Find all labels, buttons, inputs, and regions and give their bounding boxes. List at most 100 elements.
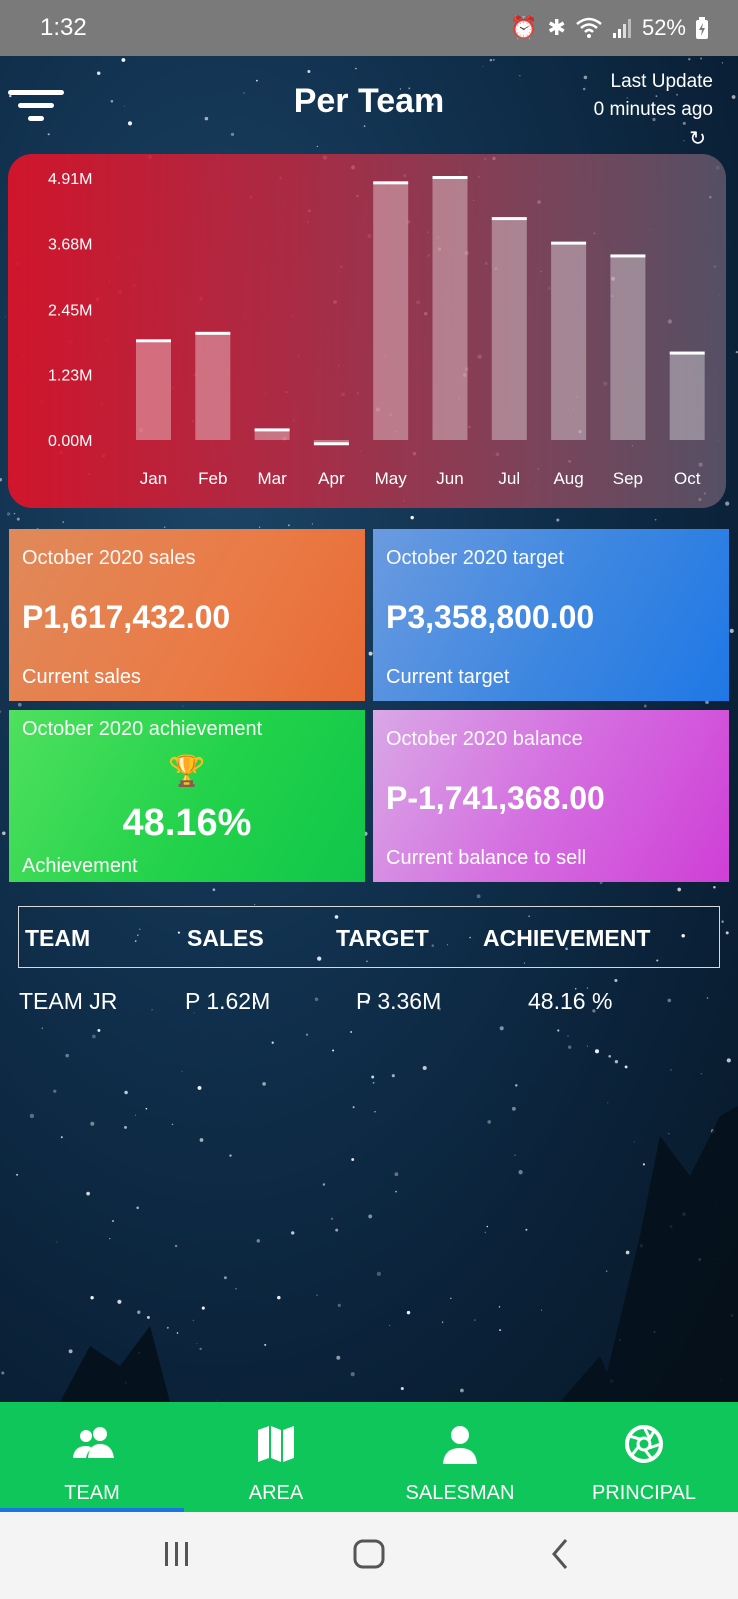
nav-item-salesman[interactable]: SALESMAN (368, 1402, 552, 1512)
column-header-sales[interactable]: SALES (187, 925, 264, 952)
star (29, 1113, 35, 1119)
star (729, 628, 734, 634)
alarm-icon: ⏰ (510, 15, 538, 40)
star (322, 1183, 326, 1186)
star (484, 1231, 487, 1234)
star (117, 1299, 122, 1304)
star (16, 517, 20, 521)
bar-mar[interactable] (254, 430, 290, 440)
x-tick-label: Oct (674, 469, 701, 488)
star (13, 512, 16, 515)
nav-item-principal[interactable]: PRINCIPAL (552, 1402, 736, 1512)
sales-card-title: October 2020 sales (22, 547, 196, 569)
nav-item-team[interactable]: TEAM (0, 1402, 184, 1512)
star (499, 1026, 504, 1031)
star (316, 1294, 318, 1296)
star (700, 1073, 702, 1075)
star (53, 1089, 57, 1093)
wifi-icon (576, 17, 602, 38)
last-update-value: 0 minutes ago (593, 99, 713, 120)
star (721, 920, 724, 923)
bar-may[interactable] (373, 183, 409, 440)
balance-card-value: P-1,741,368.00 (386, 780, 605, 816)
bar-cap-jan (136, 339, 171, 343)
star (0, 710, 2, 713)
bar-jul[interactable] (491, 219, 527, 440)
x-tick-label: May (375, 469, 408, 488)
star (541, 1309, 542, 1311)
sales-card[interactable]: October 2020 sales P1,617,432.00 Current… (9, 529, 365, 701)
star (111, 1219, 115, 1223)
star (136, 1206, 140, 1210)
column-header-target[interactable]: TARGET (336, 925, 429, 952)
app-header: Per Team Last Update 0 minutes ago ↻ (0, 56, 738, 156)
star (518, 1170, 523, 1175)
achievement-card-subtitle: Achievement (22, 855, 138, 877)
star (65, 1053, 69, 1058)
bar-feb[interactable] (195, 333, 231, 440)
star (235, 1287, 237, 1290)
tree-silhouette (60, 1106, 738, 1402)
target-card[interactable]: October 2020 target P3,358,800.00 Curren… (373, 529, 729, 701)
star (460, 1388, 464, 1393)
star (335, 1228, 339, 1232)
team-icon (73, 1427, 114, 1458)
nav-item-area[interactable]: AREA (184, 1402, 368, 1512)
recent-apps-icon[interactable] (162, 1536, 192, 1572)
star (372, 1081, 375, 1084)
x-tick-label: Jul (498, 469, 520, 488)
column-header-team[interactable]: TEAM (25, 925, 90, 952)
target-card-value: P3,358,800.00 (386, 599, 595, 635)
star (586, 1045, 588, 1047)
refresh-icon[interactable]: ↻ (689, 126, 706, 151)
star (713, 886, 716, 889)
bar-aug[interactable] (551, 243, 587, 440)
star (350, 1372, 355, 1377)
star (41, 1027, 43, 1029)
star (376, 1271, 382, 1277)
star (406, 1310, 411, 1315)
bar-oct[interactable] (669, 353, 705, 440)
star (568, 1045, 572, 1049)
star (668, 1133, 670, 1135)
star (556, 518, 560, 522)
star (97, 1028, 101, 1032)
star (137, 1310, 141, 1314)
star (124, 1090, 128, 1095)
star (389, 1324, 391, 1326)
achievement-card[interactable]: October 2020 achievement 🏆 48.16% Achiev… (9, 710, 365, 882)
aperture-icon (625, 1425, 663, 1463)
star (90, 1296, 94, 1300)
star (290, 1231, 295, 1235)
star (607, 1102, 609, 1104)
star (196, 1342, 198, 1344)
star (368, 1214, 373, 1219)
cell-sales: P 1.62M (185, 988, 271, 1014)
star (511, 1106, 516, 1111)
star (146, 1315, 150, 1319)
map-icon (258, 1426, 294, 1462)
bar-sep[interactable] (610, 256, 646, 440)
star (109, 1237, 111, 1240)
bar-jan[interactable] (136, 341, 171, 440)
bar-jun[interactable] (432, 178, 468, 440)
star (606, 1270, 608, 1272)
sales-card-value: P1,617,432.00 (22, 599, 231, 635)
star (16, 1173, 19, 1176)
star (625, 1250, 630, 1255)
bar-cap-apr (313, 442, 349, 446)
balance-card[interactable]: October 2020 balance P-1,741,368.00 Curr… (373, 710, 729, 882)
home-icon[interactable] (352, 1536, 386, 1572)
star (145, 1107, 148, 1110)
back-icon[interactable] (548, 1536, 572, 1572)
table-row[interactable]: TEAM JR P 1.62M P 3.36M 48.16 % (18, 988, 720, 1024)
star (264, 1343, 267, 1346)
star (287, 524, 290, 527)
star (4, 316, 6, 318)
battery-percent: 52% (641, 15, 686, 40)
bluetooth-icon: ✱ (547, 15, 566, 40)
last-update: Last Update 0 minutes ago (594, 68, 713, 124)
star (422, 1065, 427, 1071)
column-header-achievement[interactable]: ACHIEVEMENT (483, 925, 650, 952)
star (525, 1228, 528, 1231)
